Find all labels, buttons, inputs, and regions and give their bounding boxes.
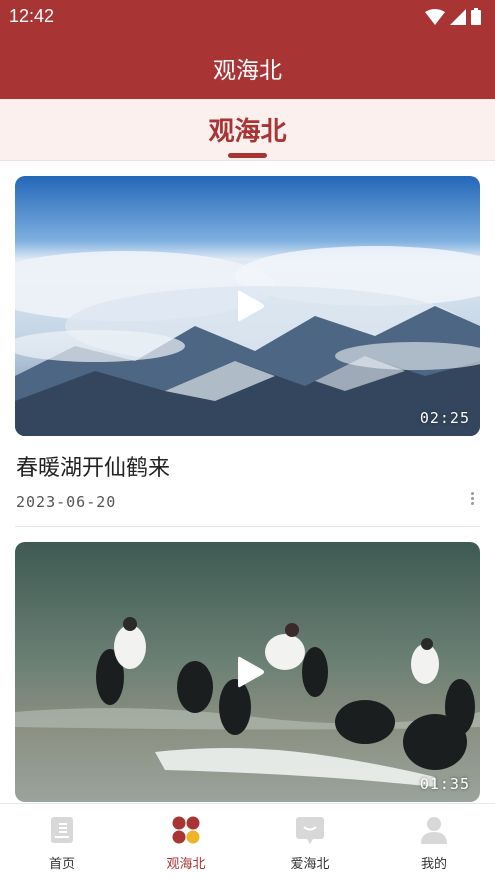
video-title[interactable]: 春暖湖开仙鹤来 [16, 450, 170, 482]
app-bar: 观海北 [0, 34, 495, 99]
person-icon [421, 817, 447, 844]
divider [15, 526, 480, 527]
video-duration: 01:35 [419, 775, 470, 793]
tab-home[interactable]: 首页 [0, 804, 124, 881]
status-bar: 12:42 [0, 0, 495, 34]
section-tab-bar: 观海北 [0, 99, 495, 161]
tab-label: 观海北 [166, 857, 206, 872]
more-options-icon[interactable] [468, 490, 476, 510]
message-icon [296, 817, 324, 844]
tab-aihaibei[interactable]: 爱海北 [248, 804, 372, 881]
signal-icon [450, 8, 466, 25]
tab-mine[interactable]: 我的 [372, 804, 495, 881]
status-time: 12:42 [9, 6, 55, 26]
tab-label: 首页 [48, 857, 75, 872]
home-icon [51, 817, 73, 843]
wifi-icon [425, 8, 445, 25]
video-date: 2023-06-20 [16, 493, 117, 511]
video-card[interactable]: 02:25 春暖湖开仙鹤来 2023-06-20 [15, 176, 480, 527]
status-icons [425, 8, 481, 25]
tab-indicator [228, 153, 267, 158]
page-title: 观海北 [213, 58, 282, 84]
tab-label: 我的 [420, 857, 447, 872]
dots-icon [172, 816, 200, 844]
tab-label: 爱海北 [290, 857, 330, 872]
video-card[interactable]: 01:35 [15, 542, 480, 802]
tab-guanhaibei[interactable]: 观海北 [0, 111, 495, 148]
video-duration: 02:25 [419, 409, 470, 427]
play-icon[interactable] [236, 289, 266, 323]
battery-icon [471, 8, 481, 25]
play-icon[interactable] [236, 655, 266, 689]
video-thumbnail[interactable]: 02:25 [15, 176, 480, 436]
video-thumbnail[interactable]: 01:35 [15, 542, 480, 802]
bottom-tab-bar: 首页 观海北 爱海北 我的 [0, 803, 495, 881]
tab-guanhaibei[interactable]: 观海北 [124, 804, 248, 881]
